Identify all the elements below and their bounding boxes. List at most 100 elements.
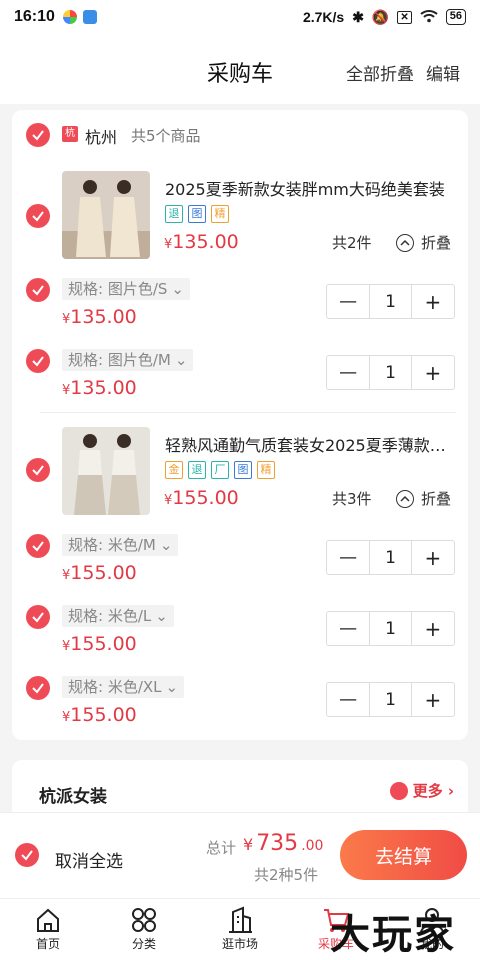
check-icon	[32, 683, 44, 694]
check-icon	[32, 130, 44, 141]
quantity-stepper: — 1 +	[326, 284, 455, 319]
variant-row: 规格: 图片色/M ⌄ ¥135.00 — 1 +	[12, 349, 468, 409]
tab-home[interactable]: 首页	[0, 899, 96, 960]
decrease-button[interactable]: —	[327, 285, 371, 318]
chevron-right-icon: ›	[447, 781, 454, 800]
collapse-all-button[interactable]: 全部折叠	[346, 60, 414, 85]
chevron-up-icon	[396, 233, 414, 252]
variant-checkbox[interactable]	[26, 605, 50, 629]
variant-checkbox[interactable]	[26, 676, 50, 700]
variant-spec-selector[interactable]: 规格: 米色/L ⌄	[62, 605, 174, 627]
chevron-up-icon	[396, 489, 414, 508]
check-icon	[32, 356, 44, 367]
product-quantity-total: 共2件	[332, 234, 372, 252]
chevron-down-icon: ⌄	[174, 351, 188, 369]
store-name[interactable]: 杭州	[85, 124, 117, 148]
product-tag: 厂	[211, 461, 229, 479]
product-tag: 精	[257, 461, 275, 479]
quantity-input[interactable]: 1	[370, 612, 412, 645]
sim-icon: ✕	[397, 10, 412, 24]
variant-row: 规格: 图片色/S ⌄ ¥135.00 — 1 +	[12, 278, 468, 338]
quantity-input[interactable]: 1	[370, 683, 412, 716]
watermark: 大玩家	[330, 911, 456, 958]
increase-button[interactable]: +	[412, 612, 454, 645]
store-card-2: 杭派女装 更多 ›	[12, 760, 468, 820]
variant-spec-selector[interactable]: 规格: 图片色/M ⌄	[62, 349, 194, 371]
variant-price: ¥135.00	[62, 377, 137, 399]
deselect-all-label[interactable]: 取消全选	[55, 847, 123, 872]
more-label: 更多	[412, 782, 443, 800]
total-label: 总计	[206, 839, 237, 857]
divider	[40, 412, 456, 413]
variant-row: 规格: 米色/M ⌄ ¥155.00 — 1 +	[12, 534, 468, 594]
increase-button[interactable]: +	[412, 356, 454, 389]
product-quantity-total: 共3件	[332, 490, 372, 508]
product-price: ¥135.00	[164, 231, 239, 253]
chevron-down-icon: ⌄	[165, 678, 179, 696]
store-item-count: 共5个商品	[131, 127, 201, 145]
product-tag: 退	[165, 205, 183, 223]
decrease-button[interactable]: —	[327, 612, 371, 645]
product-item: 2025夏季新款女装胖mm大码绝美套装 退 图 精 ¥135.00 共2件 折叠	[12, 170, 468, 260]
decrease-button[interactable]: —	[327, 356, 371, 389]
home-icon	[37, 908, 59, 932]
check-icon	[32, 211, 44, 222]
fold-button[interactable]: 折叠	[396, 232, 451, 253]
variant-checkbox[interactable]	[26, 534, 50, 558]
variant-checkbox[interactable]	[26, 349, 50, 373]
increase-button[interactable]: +	[412, 683, 454, 716]
decrease-button[interactable]: —	[327, 683, 371, 716]
quantity-stepper: — 1 +	[326, 682, 455, 717]
checkout-button[interactable]: 去结算	[340, 830, 467, 880]
variant-price: ¥135.00	[62, 306, 137, 328]
product-image[interactable]	[62, 427, 150, 515]
category-icon	[132, 908, 156, 932]
bluetooth-icon: ✱	[352, 8, 364, 25]
quantity-stepper: — 1 +	[326, 540, 455, 575]
app-notification-icon	[82, 10, 97, 24]
tab-category[interactable]: 分类	[96, 899, 192, 960]
store-name[interactable]: 杭派女装	[39, 782, 107, 807]
store-checkbox[interactable]	[26, 123, 50, 147]
increase-button[interactable]: +	[412, 541, 454, 574]
edit-button[interactable]: 编辑	[426, 60, 460, 85]
variant-row: 规格: 米色/XL ⌄ ¥155.00 — 1 +	[12, 676, 468, 736]
variant-spec-selector[interactable]: 规格: 米色/M ⌄	[62, 534, 179, 556]
product-image[interactable]	[62, 171, 150, 259]
chevron-down-icon: ⌄	[155, 607, 168, 625]
app-notification-icon	[62, 10, 77, 24]
variant-spec-selector[interactable]: 规格: 图片色/S ⌄	[62, 278, 190, 300]
product-checkbox[interactable]	[26, 458, 50, 482]
quantity-input[interactable]: 1	[370, 541, 412, 574]
variant-checkbox[interactable]	[26, 278, 50, 302]
market-icon	[229, 906, 252, 933]
store-badge: 杭	[62, 126, 78, 142]
increase-button[interactable]: +	[412, 285, 454, 318]
wifi-icon	[420, 9, 438, 26]
status-time: 16:10	[14, 8, 55, 25]
items-summary: 共2种5件	[254, 866, 319, 884]
quantity-stepper: — 1 +	[326, 355, 455, 390]
check-icon	[32, 541, 44, 552]
fold-button[interactable]: 折叠	[396, 488, 451, 509]
chevron-down-icon: ⌄	[171, 280, 184, 298]
tab-market[interactable]: 逛市场	[192, 899, 288, 960]
quantity-input[interactable]: 1	[370, 356, 412, 389]
store-card: 杭 杭州 共5个商品 2025夏季新款女装胖mm大码绝美套装 退 图 精 ¥13…	[12, 110, 468, 740]
product-title[interactable]: 轻熟风通勤气质套装女2025夏季薄款阔腿裤	[165, 432, 455, 456]
more-button[interactable]: 更多 ›	[389, 780, 454, 801]
variant-row: 规格: 米色/L ⌄ ¥155.00 — 1 +	[12, 605, 468, 665]
variant-spec-selector[interactable]: 规格: 米色/XL ⌄	[62, 676, 185, 698]
variant-price: ¥155.00	[62, 562, 137, 584]
product-checkbox[interactable]	[26, 204, 50, 228]
decrease-button[interactable]: —	[327, 541, 371, 574]
select-all-checkbox[interactable]	[15, 843, 39, 867]
check-icon	[32, 285, 44, 296]
quantity-input[interactable]: 1	[370, 285, 412, 318]
product-title[interactable]: 2025夏季新款女装胖mm大码绝美套装	[165, 176, 455, 200]
more-icon	[389, 781, 408, 800]
check-icon	[32, 465, 44, 476]
fold-label: 折叠	[421, 490, 452, 508]
check-icon	[21, 850, 33, 861]
page-header: 采购车 全部折叠 编辑	[0, 34, 480, 104]
